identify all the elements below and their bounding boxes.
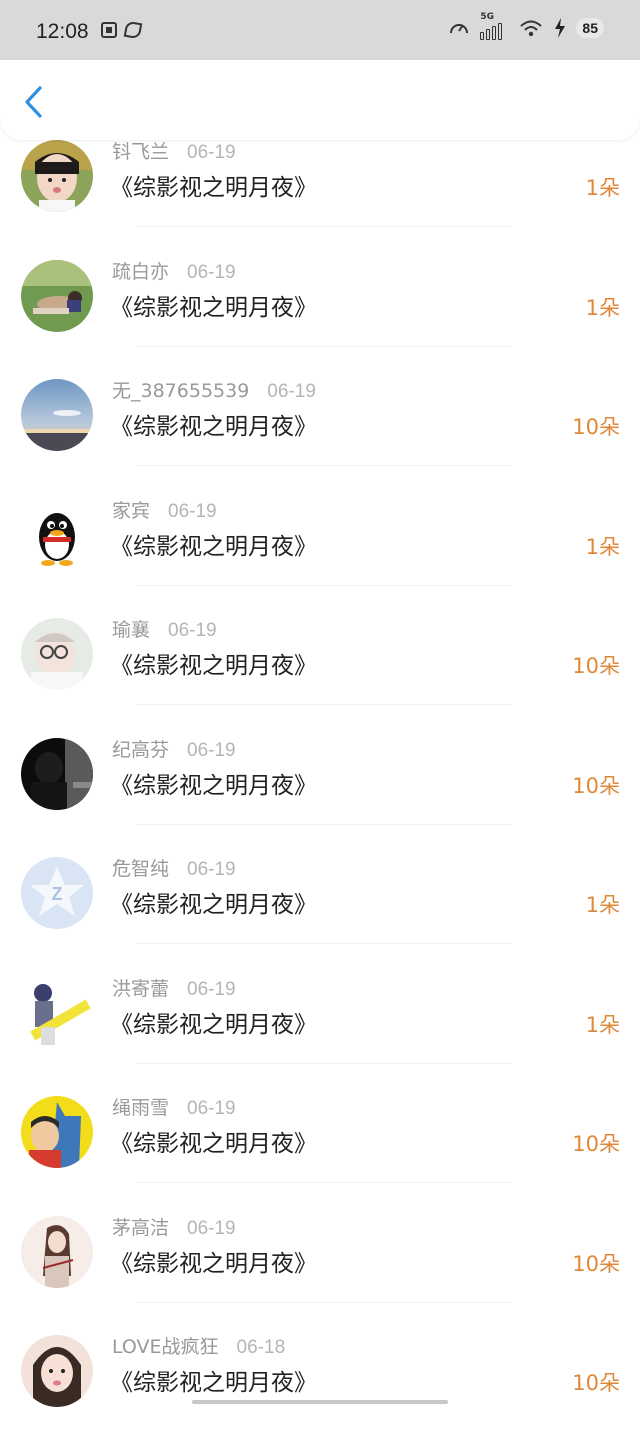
avatar[interactable] (21, 379, 93, 451)
sender-name: 钭飞兰06-19 (112, 137, 236, 164)
home-indicator[interactable] (192, 1400, 448, 1404)
network-type: 5G (480, 12, 494, 22)
flower-count: 1朵 (586, 889, 620, 919)
divider (136, 704, 512, 705)
list-item[interactable]: 钭飞兰06-19 《综影视之明月夜》 1朵 (0, 140, 640, 260)
status-left-icons (101, 22, 141, 38)
gift-date: 06-19 (267, 381, 316, 402)
gift-date: 06-18 (237, 1337, 286, 1358)
list-item[interactable]: 疏白亦06-19 《综影视之明月夜》 1朵 (0, 260, 640, 380)
sender-name: 瑜襄06-19 (112, 615, 217, 642)
gift-date: 06-19 (168, 620, 217, 641)
svg-text:Z: Z (52, 884, 63, 904)
divider (136, 226, 512, 227)
flower-count: 1朵 (586, 292, 620, 322)
avatar[interactable] (21, 499, 93, 571)
gift-date: 06-19 (187, 1218, 236, 1239)
avatar[interactable] (21, 977, 93, 1049)
list-item[interactable]: LOVE战疯狂06-18 《综影视之明月夜》 10朵 (0, 1335, 640, 1455)
gift-date: 06-19 (187, 1098, 236, 1119)
work-title: 《综影视之明月夜》 (110, 527, 317, 561)
flower-count: 10朵 (572, 650, 620, 680)
work-title: 《综影视之明月夜》 (110, 646, 317, 680)
divider (136, 1182, 512, 1183)
divider (136, 465, 512, 466)
work-title: 《综影视之明月夜》 (110, 1124, 317, 1158)
work-title: 《综影视之明月夜》 (110, 1363, 317, 1397)
divider (136, 346, 512, 347)
notification-square-icon (101, 22, 117, 38)
flower-count: 1朵 (586, 1009, 620, 1039)
work-title: 《综影视之明月夜》 (110, 885, 317, 919)
sender-name: 洪寄蕾06-19 (112, 974, 236, 1001)
status-time: 12:08 (36, 20, 89, 44)
nav-bar (0, 60, 640, 140)
flower-count: 1朵 (586, 172, 620, 202)
leaf-icon (124, 21, 143, 40)
battery-icon: 85 (576, 18, 604, 38)
signal-icon: 5G (480, 16, 508, 40)
list-item[interactable]: 无_38765553906-19 《综影视之明月夜》 10朵 (0, 379, 640, 499)
work-title: 《综影视之明月夜》 (110, 1005, 317, 1039)
gift-date: 06-19 (168, 501, 217, 522)
divider (136, 943, 512, 944)
sender-name: 绳雨雪06-19 (112, 1093, 236, 1120)
flower-count: 10朵 (572, 1128, 620, 1158)
divider (136, 1302, 512, 1303)
gift-date: 06-19 (187, 142, 236, 163)
list-item[interactable]: 瑜襄06-19 《综影视之明月夜》 10朵 (0, 618, 640, 738)
list-item[interactable]: 家宾06-19 《综影视之明月夜》 1朵 (0, 499, 640, 619)
divider (136, 824, 512, 825)
avatar[interactable] (21, 738, 93, 810)
wifi-icon (518, 16, 544, 40)
list-item[interactable]: 茅高洁06-19 《综影视之明月夜》 10朵 (0, 1216, 640, 1336)
gift-date: 06-19 (187, 979, 236, 1000)
gift-date: 06-19 (187, 740, 236, 761)
status-right-icons: 5G 85 (448, 16, 604, 40)
avatar[interactable] (21, 1216, 93, 1288)
sender-name: 危智纯06-19 (112, 854, 236, 881)
list-item[interactable]: 洪寄蕾06-19 《综影视之明月夜》 1朵 (0, 977, 640, 1097)
flower-count: 10朵 (572, 770, 620, 800)
sender-name: 无_38765553906-19 (112, 376, 316, 403)
flower-count: 10朵 (572, 1248, 620, 1278)
avatar[interactable] (21, 1335, 93, 1407)
work-title: 《综影视之明月夜》 (110, 407, 317, 441)
work-title: 《综影视之明月夜》 (110, 288, 317, 322)
sender-name: 茅高洁06-19 (112, 1213, 236, 1240)
work-title: 《综影视之明月夜》 (110, 766, 317, 800)
gift-date: 06-19 (187, 262, 236, 283)
divider (136, 585, 512, 586)
charging-bolt-icon (554, 18, 566, 38)
speedometer-icon (448, 17, 470, 39)
status-bar: 12:08 5G 85 (0, 0, 640, 60)
divider (136, 1063, 512, 1064)
avatar[interactable] (21, 618, 93, 690)
flower-count: 1朵 (586, 531, 620, 561)
work-title: 《综影视之明月夜》 (110, 168, 317, 202)
chevron-left-icon[interactable] (20, 84, 50, 120)
gift-list: 钭飞兰06-19 《综影视之明月夜》 1朵 疏白亦06-19 《综影视之明月夜》… (0, 140, 640, 1455)
sender-name: 家宾06-19 (112, 496, 217, 523)
avatar[interactable]: Z (21, 857, 93, 929)
list-item[interactable]: Z 危智纯06-19 《综影视之明月夜》 1朵 (0, 857, 640, 977)
avatar[interactable] (21, 140, 93, 212)
list-item[interactable]: 纪高芬06-19 《综影视之明月夜》 10朵 (0, 738, 640, 858)
sender-name: 纪高芬06-19 (112, 735, 236, 762)
flower-count: 10朵 (572, 411, 620, 441)
sender-name: 疏白亦06-19 (112, 257, 236, 284)
work-title: 《综影视之明月夜》 (110, 1244, 317, 1278)
avatar[interactable] (21, 1096, 93, 1168)
gift-date: 06-19 (187, 859, 236, 880)
flower-count: 10朵 (572, 1367, 620, 1397)
sender-name: LOVE战疯狂06-18 (112, 1332, 285, 1359)
avatar[interactable] (21, 260, 93, 332)
list-item[interactable]: 绳雨雪06-19 《综影视之明月夜》 10朵 (0, 1096, 640, 1216)
